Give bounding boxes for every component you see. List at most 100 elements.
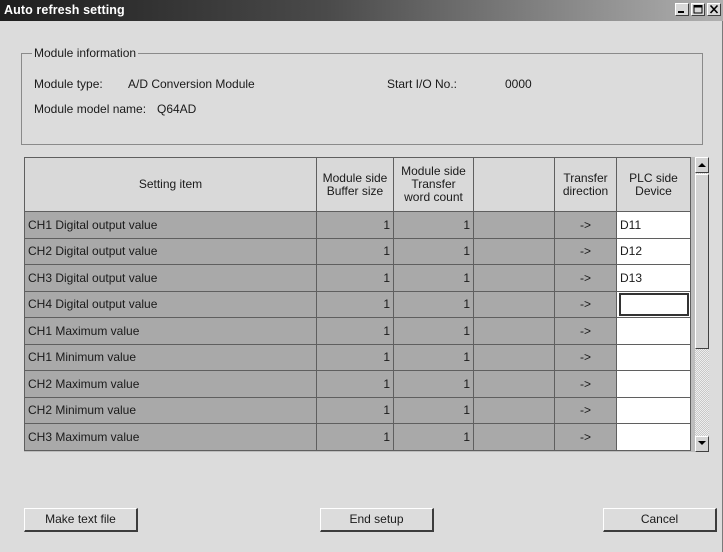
module-information-legend: Module information xyxy=(32,46,139,60)
transfer-count-cell: 1 xyxy=(393,211,474,239)
table-row[interactable]: CH1 Maximum value 1 1 -> xyxy=(24,317,691,345)
setting-item-cell: CH2 Minimum value xyxy=(24,396,317,424)
start-io-label: Start I/O No.: xyxy=(387,77,458,91)
plc-device-input[interactable] xyxy=(616,317,691,345)
plc-device-input[interactable] xyxy=(616,423,691,451)
transfer-count-cell: 1 xyxy=(393,317,474,345)
table-row[interactable]: CH2 Minimum value 1 1 -> xyxy=(24,396,691,424)
transfer-count-cell: 1 xyxy=(393,423,474,451)
title-bar-buttons xyxy=(675,3,721,16)
setting-item-cell: CH1 Digital output value xyxy=(24,211,317,239)
close-icon xyxy=(709,5,719,14)
module-type-value: A/D Conversion Module xyxy=(128,77,255,91)
transfer-count-cell: 1 xyxy=(393,343,474,371)
transfer-direction-cell: -> xyxy=(554,237,617,265)
header-setting-item: Setting item xyxy=(24,157,317,212)
close-button[interactable] xyxy=(707,3,721,16)
title-bar[interactable]: Auto refresh setting xyxy=(0,0,723,21)
buffer-size-cell: 1 xyxy=(316,396,394,424)
start-io-value: 0000 xyxy=(505,77,532,91)
transfer-direction-cell: -> xyxy=(554,290,617,318)
arrow-down-icon xyxy=(698,441,706,445)
header-transfer-word-count: Module side Transfer word count xyxy=(393,157,474,212)
scroll-up-button[interactable] xyxy=(695,157,709,173)
buffer-size-cell: 1 xyxy=(316,211,394,239)
table-header-row: Setting item Module side Buffer size Modu… xyxy=(24,157,691,212)
transfer-direction-cell: -> xyxy=(554,264,617,292)
blank-cell xyxy=(473,211,555,239)
table-row[interactable]: CH4 Digital output value 1 1 -> xyxy=(24,290,691,318)
buffer-size-cell: 1 xyxy=(316,317,394,345)
header-blank xyxy=(473,157,555,212)
table-row[interactable]: CH3 Digital output value 1 1 -> D13 xyxy=(24,264,691,292)
transfer-count-cell: 1 xyxy=(393,264,474,292)
transfer-direction-cell: -> xyxy=(554,396,617,424)
plc-device-input[interactable] xyxy=(616,396,691,424)
vertical-scrollbar[interactable] xyxy=(695,157,709,452)
setting-item-cell: CH2 Digital output value xyxy=(24,237,317,265)
module-information-group: Module information xyxy=(21,46,703,145)
setting-item-cell: CH2 Maximum value xyxy=(24,370,317,398)
header-plc-device: PLC side Device xyxy=(616,157,691,212)
scroll-thumb[interactable] xyxy=(695,174,709,349)
minimize-button[interactable] xyxy=(675,3,689,16)
transfer-count-cell: 1 xyxy=(393,370,474,398)
blank-cell xyxy=(473,290,555,318)
transfer-direction-cell: -> xyxy=(554,423,617,451)
table-row[interactable]: CH1 Digital output value 1 1 -> D11 xyxy=(24,211,691,239)
auto-refresh-grid: Setting item Module side Buffer size Modu… xyxy=(24,157,709,452)
window-title: Auto refresh setting xyxy=(4,3,125,17)
blank-cell xyxy=(473,396,555,424)
transfer-count-cell: 1 xyxy=(393,237,474,265)
buffer-size-cell: 1 xyxy=(316,264,394,292)
transfer-count-cell: 1 xyxy=(393,396,474,424)
transfer-count-cell: 1 xyxy=(393,290,474,318)
plc-device-input[interactable] xyxy=(616,290,691,318)
cancel-button[interactable]: Cancel xyxy=(603,508,717,532)
blank-cell xyxy=(473,317,555,345)
maximize-icon xyxy=(693,5,703,14)
end-setup-button[interactable]: End setup xyxy=(320,508,434,532)
header-transfer-direction: Transfer direction xyxy=(554,157,617,212)
setting-item-cell: CH4 Digital output value xyxy=(24,290,317,318)
buffer-size-cell: 1 xyxy=(316,370,394,398)
transfer-direction-cell: -> xyxy=(554,211,617,239)
buffer-size-cell: 1 xyxy=(316,423,394,451)
blank-cell xyxy=(473,343,555,371)
transfer-direction-cell: -> xyxy=(554,317,617,345)
make-text-file-button[interactable]: Make text file xyxy=(24,508,138,532)
arrow-up-icon xyxy=(698,163,706,167)
plc-device-input[interactable]: D13 xyxy=(616,264,691,292)
header-buffer-size: Module side Buffer size xyxy=(316,157,394,212)
setting-item-cell: CH3 Digital output value xyxy=(24,264,317,292)
setting-item-cell: CH3 Maximum value xyxy=(24,423,317,451)
table-row[interactable]: CH3 Maximum value 1 1 -> xyxy=(24,423,691,451)
table-row[interactable]: CH2 Digital output value 1 1 -> D12 xyxy=(24,237,691,265)
buffer-size-cell: 1 xyxy=(316,290,394,318)
blank-cell xyxy=(473,237,555,265)
blank-cell xyxy=(473,264,555,292)
blank-cell xyxy=(473,423,555,451)
plc-device-input[interactable] xyxy=(616,370,691,398)
maximize-button[interactable] xyxy=(691,3,705,16)
refresh-table: Setting item Module side Buffer size Modu… xyxy=(24,157,691,451)
blank-cell xyxy=(473,370,555,398)
transfer-direction-cell: -> xyxy=(554,370,617,398)
minimize-icon xyxy=(678,11,684,13)
table-row[interactable]: CH2 Maximum value 1 1 -> xyxy=(24,370,691,398)
setting-item-cell: CH1 Maximum value xyxy=(24,317,317,345)
module-model-label: Module model name: xyxy=(34,102,147,116)
table-row[interactable]: CH1 Minimum value 1 1 -> xyxy=(24,343,691,371)
setting-item-cell: CH1 Minimum value xyxy=(24,343,317,371)
table-body: CH1 Digital output value 1 1 -> D11 CH2 Digit… xyxy=(24,211,691,451)
plc-device-input[interactable]: D11 xyxy=(616,211,691,239)
buffer-size-cell: 1 xyxy=(316,343,394,371)
module-type-label: Module type: xyxy=(34,77,103,91)
module-model-value: Q64AD xyxy=(157,102,197,116)
buffer-size-cell: 1 xyxy=(316,237,394,265)
plc-device-input[interactable] xyxy=(616,343,691,371)
auto-refresh-dialog: Auto refresh setting Module information … xyxy=(0,0,723,552)
scroll-down-button[interactable] xyxy=(695,436,709,452)
plc-device-input[interactable]: D12 xyxy=(616,237,691,265)
transfer-direction-cell: -> xyxy=(554,343,617,371)
